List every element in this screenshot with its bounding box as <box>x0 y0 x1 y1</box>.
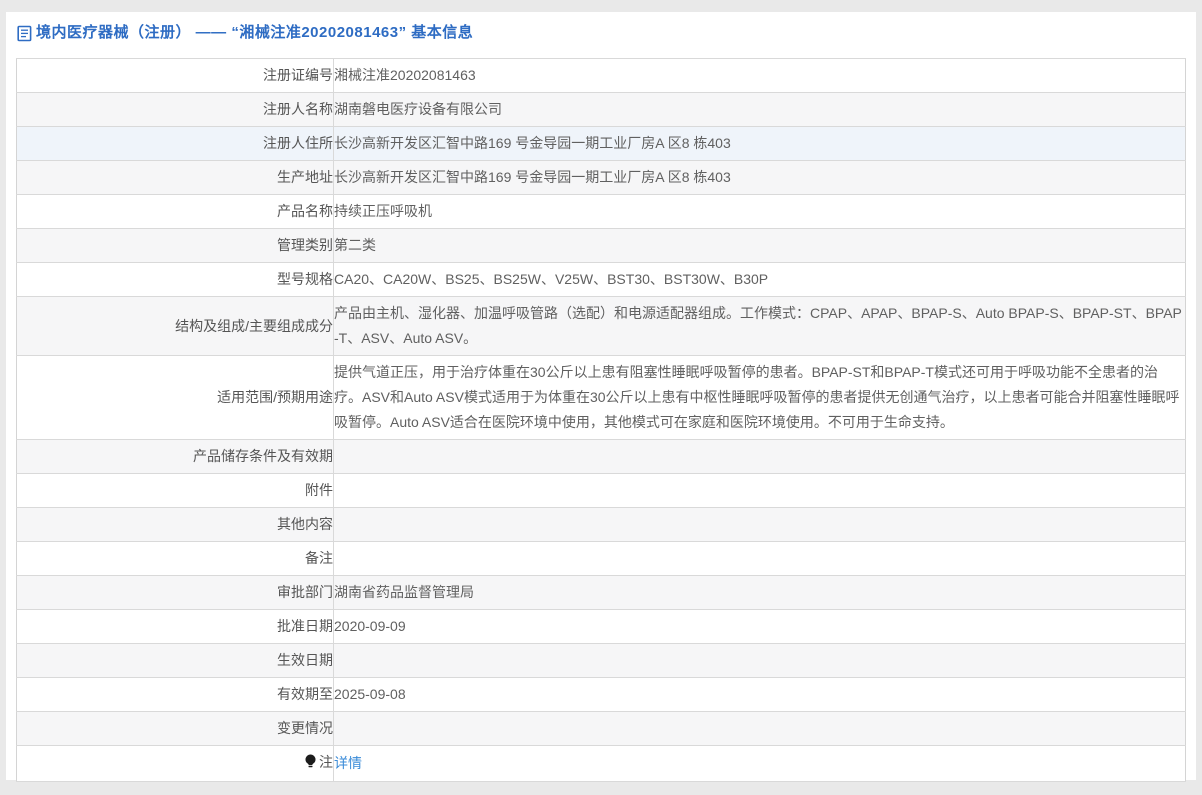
table-row: 审批部门 湖南省药品监督管理局 <box>17 576 1186 610</box>
field-value <box>334 508 1186 542</box>
field-value <box>334 542 1186 576</box>
field-value: 长沙高新开发区汇智中路169 号金导园一期工业厂房A 区8 栋403 <box>334 161 1186 195</box>
field-label: 注册人名称 <box>17 93 334 127</box>
table-row: 备注 <box>17 542 1186 576</box>
table-row: 注册人名称 湖南磐电医疗设备有限公司 <box>17 93 1186 127</box>
table-row: 其他内容 <box>17 508 1186 542</box>
field-label: 注册人住所 <box>17 127 334 161</box>
registration-info-table: 注册证编号 湘械注准20202081463 注册人名称 湖南磐电医疗设备有限公司… <box>16 58 1186 782</box>
field-value: 持续正压呼吸机 <box>334 195 1186 229</box>
field-value: 湘械注准20202081463 <box>334 59 1186 93</box>
field-label: 其他内容 <box>17 508 334 542</box>
table-row: 型号规格 CA20、CA20W、BS25、BS25W、V25W、BST30、BS… <box>17 263 1186 297</box>
table-row: 变更情况 <box>17 712 1186 746</box>
field-value: CA20、CA20W、BS25、BS25W、V25W、BST30、BST30W、… <box>334 263 1186 297</box>
table-row: 生效日期 <box>17 644 1186 678</box>
table-row: 有效期至 2025-09-08 <box>17 678 1186 712</box>
table-body: 注册证编号 湘械注准20202081463 注册人名称 湖南磐电医疗设备有限公司… <box>17 59 1186 782</box>
field-label: 管理类别 <box>17 229 334 263</box>
table-row: 批准日期 2020-09-09 <box>17 610 1186 644</box>
field-label: 备注 <box>17 542 334 576</box>
field-label: 产品名称 <box>17 195 334 229</box>
bulb-icon <box>304 752 317 777</box>
field-label: 注册证编号 <box>17 59 334 93</box>
table-row: 产品名称 持续正压呼吸机 <box>17 195 1186 229</box>
page-title: 境内医疗器械（注册） —— “湘械注准20202081463” 基本信息 <box>36 22 473 44</box>
field-label: 注 <box>17 746 334 782</box>
field-value: 长沙高新开发区汇智中路169 号金导园一期工业厂房A 区8 栋403 <box>334 127 1186 161</box>
field-label: 生产地址 <box>17 161 334 195</box>
table-row: 适用范围/预期用途 提供气道正压，用于治疗体重在30公斤以上患有阻塞性睡眠呼吸暂… <box>17 356 1186 440</box>
field-value <box>334 712 1186 746</box>
field-label: 变更情况 <box>17 712 334 746</box>
field-value: 湖南省药品监督管理局 <box>334 576 1186 610</box>
table-row: 注册证编号 湘械注准20202081463 <box>17 59 1186 93</box>
field-value <box>334 440 1186 474</box>
field-value: 2020-09-09 <box>334 610 1186 644</box>
field-label: 结构及组成/主要组成成分 <box>17 297 334 356</box>
table-row: 注 详情 <box>17 746 1186 782</box>
page-header: 境内医疗器械（注册） —— “湘械注准20202081463” 基本信息 <box>6 12 1196 58</box>
field-label: 产品储存条件及有效期 <box>17 440 334 474</box>
field-label: 适用范围/预期用途 <box>17 356 334 440</box>
field-value <box>334 474 1186 508</box>
field-label: 生效日期 <box>17 644 334 678</box>
table-row: 注册人住所 长沙高新开发区汇智中路169 号金导园一期工业厂房A 区8 栋403 <box>17 127 1186 161</box>
field-label: 型号规格 <box>17 263 334 297</box>
field-value <box>334 644 1186 678</box>
field-label: 批准日期 <box>17 610 334 644</box>
field-value: 提供气道正压，用于治疗体重在30公斤以上患有阻塞性睡眠呼吸暂停的患者。BPAP-… <box>334 356 1186 440</box>
table-row: 产品储存条件及有效期 <box>17 440 1186 474</box>
field-value: 详情 <box>334 746 1186 782</box>
field-label: 附件 <box>17 474 334 508</box>
table-row: 附件 <box>17 474 1186 508</box>
field-value: 湖南磐电医疗设备有限公司 <box>334 93 1186 127</box>
table-row: 生产地址 长沙高新开发区汇智中路169 号金导园一期工业厂房A 区8 栋403 <box>17 161 1186 195</box>
field-value: 产品由主机、湿化器、加温呼吸管路（选配）和电源适配器组成。工作模式：CPAP、A… <box>334 297 1186 356</box>
field-value: 2025-09-08 <box>334 678 1186 712</box>
field-value: 第二类 <box>334 229 1186 263</box>
document-icon <box>17 25 32 42</box>
field-label: 审批部门 <box>17 576 334 610</box>
table-row: 结构及组成/主要组成成分 产品由主机、湿化器、加温呼吸管路（选配）和电源适配器组… <box>17 297 1186 356</box>
content-panel: 境内医疗器械（注册） —— “湘械注准20202081463” 基本信息 注册证… <box>6 12 1196 780</box>
details-link[interactable]: 详情 <box>334 755 362 771</box>
table-row: 管理类别 第二类 <box>17 229 1186 263</box>
field-label: 有效期至 <box>17 678 334 712</box>
